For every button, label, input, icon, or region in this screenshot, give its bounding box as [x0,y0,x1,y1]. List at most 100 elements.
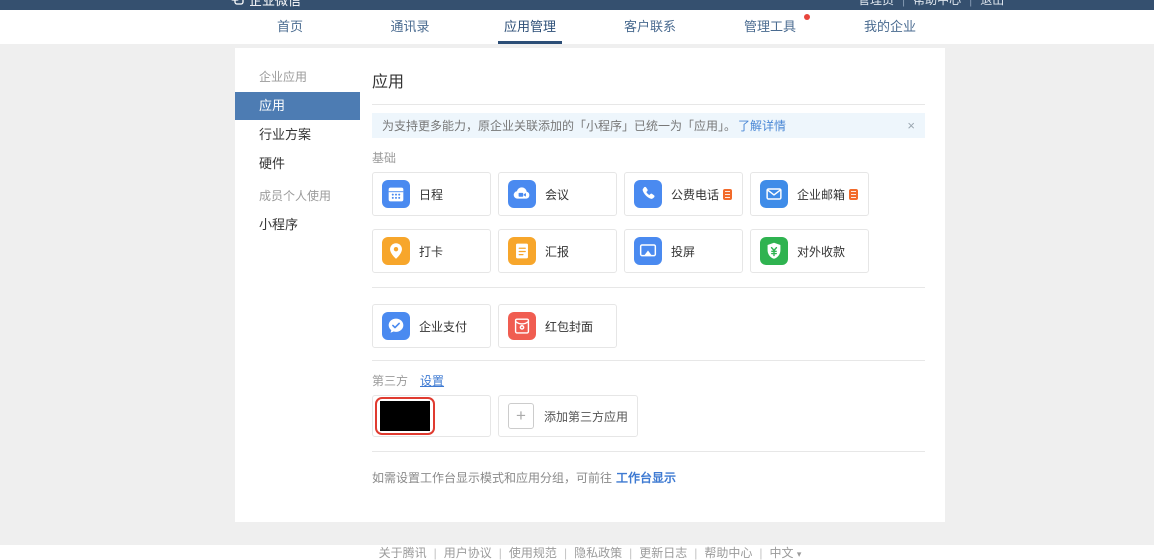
account-link[interactable]: 管理员 [858,0,894,7]
content-panel: 企业应用应用行业方案硬件成员个人使用小程序 应用 为支持更多能力，原企业关联添加… [235,48,945,522]
logout-link[interactable]: 退出 [980,0,1004,7]
redacted-app-name [380,401,430,431]
notice-detail-link[interactable]: 了解详情 [738,117,786,134]
sidebar-item-apps[interactable]: 应用 [235,92,360,120]
divider [372,360,925,361]
primary-nav: 首页 通讯录 应用管理 客户联系 管理工具 我的企业 [0,10,1154,44]
screen-cast-icon [634,237,662,265]
basic-apps-row1: 日程 会议 公费电话 企业邮箱 [372,172,925,216]
third-party-settings-link[interactable]: 设置 [420,372,444,389]
app-name: 公费电话 [671,186,719,203]
plus-icon: + [508,403,534,429]
app-card[interactable]: 投屏 [624,229,743,273]
nav-item-contacts[interactable]: 通讯录 [350,10,470,44]
footer-link[interactable]: 帮助中心 [704,546,752,560]
basic-section-label: 基础 [372,149,396,166]
redaction-annotation [375,397,435,435]
app-name: 汇报 [545,243,569,260]
sidebar-item-industry-solutions[interactable]: 行业方案 [235,121,360,149]
notice-text: 为支持更多能力，原企业关联添加的「小程序」已统一为「应用」。 [382,117,736,134]
nav-item-label: 我的企业 [864,19,916,34]
topbar-user-links: 管理员|帮助中心|退出 [858,0,1004,8]
footer-links: 关于腾讯|用户协议|使用规范|隐私政策|更新日志|帮助中心|中文 ▾ [235,544,945,560]
workbench-note: 如需设置工作台显示模式和应用分组，可前往工作台显示 [372,469,925,486]
calendar-icon [382,180,410,208]
nav-item-home[interactable]: 首页 [230,10,350,44]
sidebar-item-mini-programs[interactable]: 小程序 [235,211,360,239]
payment-apps-row: 企业支付 红包封面 [372,304,925,348]
app-card[interactable]: 红包封面 [498,304,617,348]
workbench-display-link[interactable]: 工作台显示 [616,471,676,485]
app-name: 企业邮箱 [797,186,845,203]
sidebar-group-header: 成员个人使用 [235,179,360,211]
nav-item-label: 应用管理 [504,19,556,34]
phone-icon [634,180,662,208]
language-selector[interactable]: 中文 ▾ [769,546,801,560]
add-third-party-label: 添加第三方应用 [544,408,628,425]
nav-item-customer-contact[interactable]: 客户联系 [590,10,710,44]
app-name: 红包封面 [545,318,593,335]
nav-item-app-management[interactable]: 应用管理 [470,10,590,44]
app-card[interactable]: 会议 [498,172,617,216]
nav-item-my-company[interactable]: 我的企业 [830,10,950,44]
note-text: 如需设置工作台显示模式和应用分组，可前往 [372,471,612,485]
notification-dot-icon [804,14,810,20]
footer-link[interactable]: 使用规范 [509,546,557,560]
divider [372,287,925,288]
app-name: 对外收款 [797,243,845,260]
third-party-app-card-redacted[interactable] [372,395,491,437]
red-packet-icon [508,312,536,340]
logo-icon [230,0,244,8]
app-name: 会议 [545,186,569,203]
page-title: 应用 [372,68,925,92]
app-name: 企业支付 [419,318,467,335]
nav-item-label: 管理工具 [744,19,796,34]
nav-items: 首页 通讯录 应用管理 客户联系 管理工具 我的企业 [230,10,950,44]
nav-item-label: 首页 [277,19,303,34]
wepay-icon [382,312,410,340]
main-content: 应用 为支持更多能力，原企业关联添加的「小程序」已统一为「应用」。 了解详情 ×… [360,48,945,522]
page-footer: 关于腾讯|用户协议|使用规范|隐私政策|更新日志|帮助中心|中文 ▾ © 199… [235,522,945,560]
divider [372,451,925,452]
close-icon[interactable]: × [907,118,915,133]
footer-link[interactable]: 更新日志 [639,546,687,560]
footer-link[interactable]: 用户协议 [444,546,492,560]
third-party-label: 第三方 [372,372,408,389]
promo-badge-icon [849,189,858,200]
app-card[interactable]: 对外收款 [750,229,869,273]
promo-badge-icon [723,189,732,200]
app-card[interactable]: 企业邮箱 [750,172,869,216]
meeting-icon [508,180,536,208]
sidebar-item-hardware[interactable]: 硬件 [235,150,360,178]
add-third-party-app-button[interactable]: + 添加第三方应用 [498,395,638,437]
app-name: 日程 [419,186,443,203]
help-link[interactable]: 帮助中心 [913,0,961,7]
notice-banner: 为支持更多能力，原企业关联添加的「小程序」已统一为「应用」。 了解详情 × [372,113,925,138]
app-name: 打卡 [419,243,443,260]
content-area: 企业应用应用行业方案硬件成员个人使用小程序 应用 为支持更多能力，原企业关联添加… [0,44,1154,545]
chevron-down-icon: ▾ [797,549,802,559]
app-card[interactable]: 企业支付 [372,304,491,348]
nav-item-label: 客户联系 [624,19,676,34]
third-party-section-header: 第三方 设置 [372,372,925,389]
divider [372,104,925,105]
mail-icon [760,180,788,208]
nav-item-management-tools[interactable]: 管理工具 [710,10,830,44]
footer-link[interactable]: 隐私政策 [574,546,622,560]
logo-label: 企业微信 [249,0,301,9]
nav-item-label: 通讯录 [390,19,429,34]
app-card[interactable]: 汇报 [498,229,617,273]
app-card[interactable]: 日程 [372,172,491,216]
wechat-work-logo[interactable]: 企业微信 [230,0,301,9]
footer-link[interactable]: 关于腾讯 [379,546,427,560]
basic-section-header: 基础 [372,149,925,166]
app-card[interactable]: 公费电话 [624,172,743,216]
topbar: 企业微信 管理员|帮助中心|退出 [0,0,1154,10]
sidebar-group-header: 企业应用 [235,60,360,92]
app-name: 投屏 [671,243,695,260]
sidebar: 企业应用应用行业方案硬件成员个人使用小程序 [235,48,360,522]
app-card[interactable]: 打卡 [372,229,491,273]
collect-money-icon [760,237,788,265]
basic-apps-row2: 打卡 汇报 投屏 对外收款 [372,229,925,273]
third-party-apps-row: + 添加第三方应用 [372,395,925,437]
